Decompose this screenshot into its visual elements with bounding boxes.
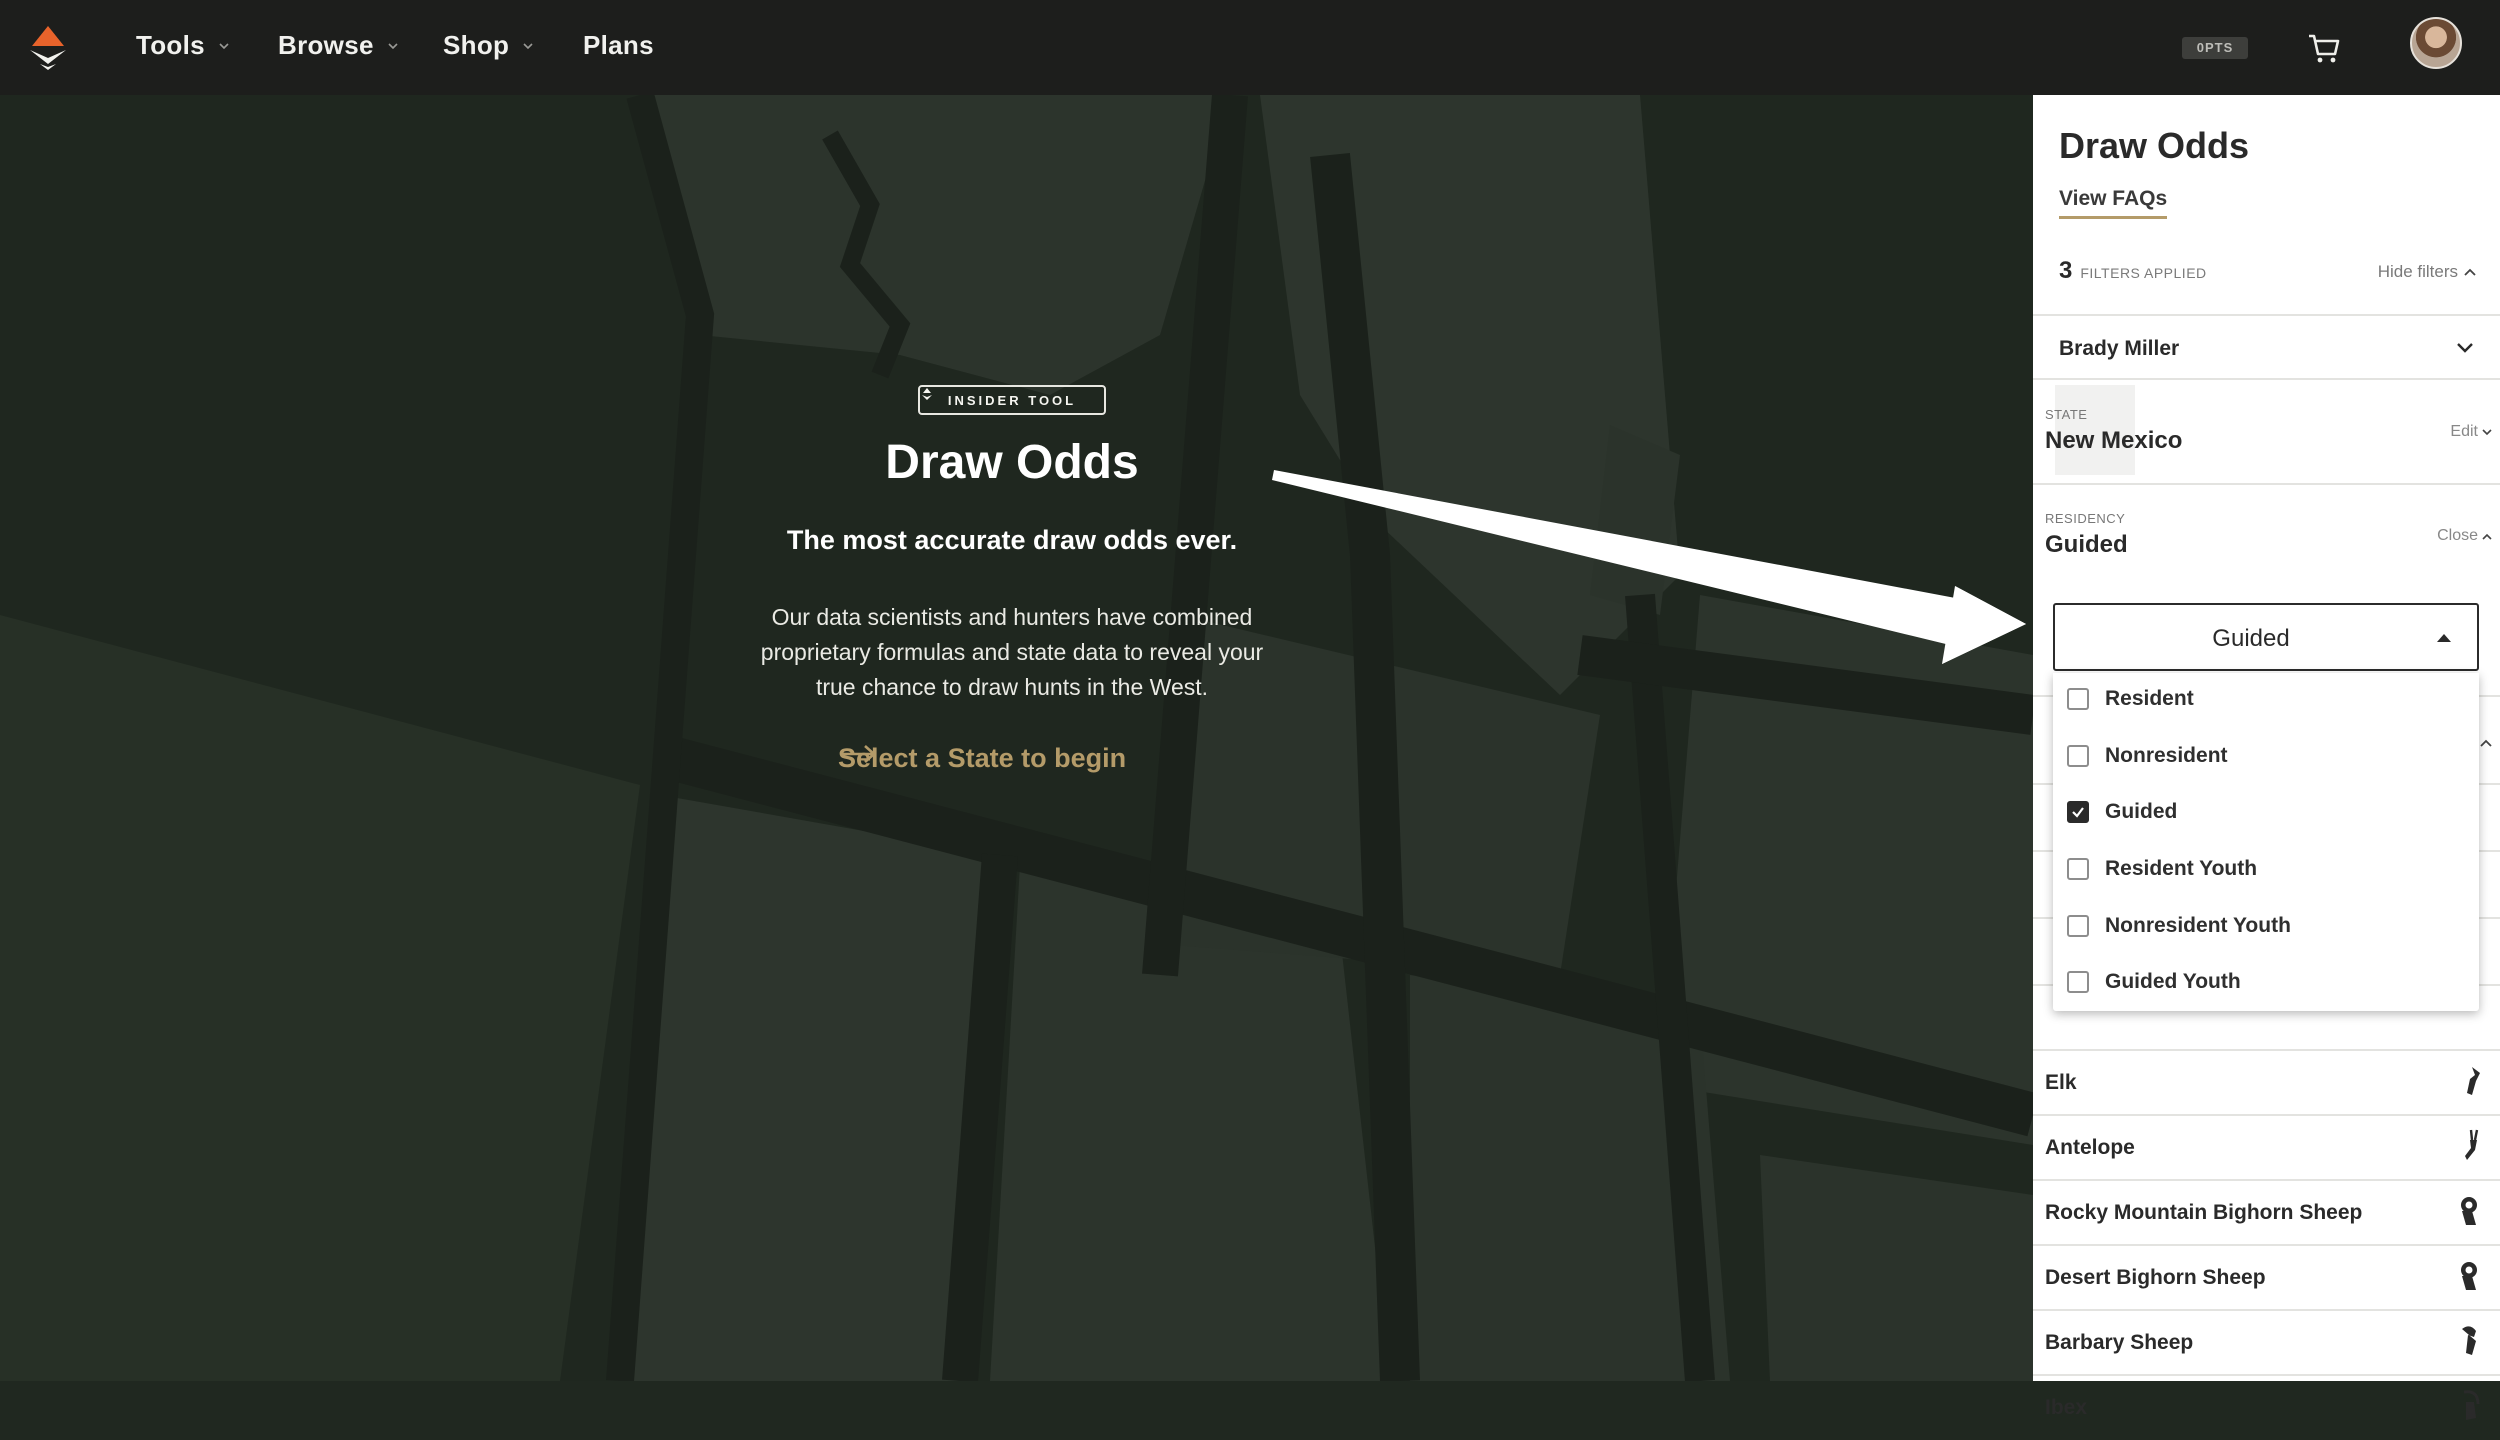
nav-shop[interactable]: Shop	[443, 30, 535, 61]
checkbox-guided[interactable]	[2067, 801, 2089, 823]
state-edit-button[interactable]: Edit	[2450, 423, 2492, 441]
nav-tools-label: Tools	[136, 30, 205, 60]
account-selector[interactable]: Brady Miller	[2059, 337, 2179, 361]
option-label: Nonresident	[2105, 744, 2228, 767]
top-navigation: Tools Browse Shop Plans 0PTS	[0, 0, 2500, 95]
option-label: Nonresident Youth	[2105, 914, 2291, 937]
hide-filters-label: Hide filters	[2377, 262, 2458, 281]
avatar[interactable]	[2410, 17, 2462, 69]
residency-value: Guided	[2045, 531, 2128, 558]
arrow-right-icon	[840, 745, 876, 763]
hero-section: INSIDER TOOL Draw Odds The most accurate…	[0, 95, 2033, 1381]
select-state-cta-label: Select a State to begin	[838, 743, 1127, 773]
checkbox-resident[interactable]	[2067, 688, 2089, 710]
option-resident-youth[interactable]: Resident Youth	[2067, 857, 2257, 881]
residency-select[interactable]: Guided	[2053, 603, 2479, 671]
hero-description: Our data scientists and hunters have com…	[760, 604, 1264, 700]
state-edit-label: Edit	[2450, 423, 2478, 440]
residency-close-label: Close	[2437, 527, 2478, 544]
species-name: Antelope	[2045, 1136, 2135, 1159]
chevron-down-icon	[219, 42, 229, 49]
chevron-down-icon	[523, 42, 533, 49]
chevron-up-icon	[2482, 533, 2492, 540]
divider	[2033, 378, 2500, 380]
chevron-up-icon[interactable]	[2480, 739, 2492, 747]
chevron-down-icon	[2482, 428, 2492, 435]
species-row-rocky-mountain-bighorn-sheep[interactable]: Rocky Mountain Bighorn Sheep	[2033, 1179, 2500, 1245]
gohunt-mark-icon	[922, 388, 932, 400]
nav-plans[interactable]: Plans	[583, 30, 654, 61]
filters-applied: 3 FILTERS APPLIED	[2059, 257, 2207, 285]
ibex-icon	[2463, 1390, 2480, 1420]
option-resident[interactable]: Resident	[2067, 687, 2194, 711]
checkbox-resident-youth[interactable]	[2067, 858, 2089, 880]
option-nonresident-youth[interactable]: Nonresident Youth	[2067, 914, 2291, 938]
species-name: Barbary Sheep	[2045, 1331, 2194, 1354]
panel-title: Draw Odds	[2059, 125, 2250, 166]
divider	[2033, 483, 2500, 485]
antelope-icon	[2465, 1129, 2479, 1160]
hero-subtitle: The most accurate draw odds ever.	[786, 525, 1238, 555]
option-guided-youth[interactable]: Guided Youth	[2067, 970, 2241, 994]
nav-plans-label: Plans	[583, 30, 654, 60]
chevron-down-icon[interactable]	[2456, 342, 2474, 354]
checkbox-nonresident-youth[interactable]	[2067, 915, 2089, 937]
state-value: New Mexico	[2045, 427, 2183, 454]
species-row-ibex[interactable]: Ibex	[2033, 1374, 2500, 1440]
elk-icon	[2467, 1067, 2480, 1095]
caret-up-icon	[2437, 634, 2451, 642]
option-label: Guided Youth	[2105, 970, 2241, 993]
hero-title: Draw Odds	[885, 436, 1139, 489]
species-name: Ibex	[2045, 1396, 2088, 1419]
species-row-antelope[interactable]: Antelope	[2033, 1114, 2500, 1180]
species-row-desert-bighorn-sheep[interactable]: Desert Bighorn Sheep	[2033, 1244, 2500, 1310]
option-guided[interactable]: Guided	[2067, 800, 2177, 824]
map-background[interactable]: INSIDER TOOL Draw Odds The most accurate…	[0, 95, 2033, 1381]
residency-label: RESIDENCY	[2045, 511, 2126, 526]
residency-close-button[interactable]: Close	[2437, 527, 2492, 545]
chevron-up-icon	[2464, 268, 2476, 276]
species-name: Rocky Mountain Bighorn Sheep	[2045, 1201, 2363, 1224]
species-row-elk[interactable]: Elk	[2033, 1049, 2500, 1115]
option-label: Resident Youth	[2105, 857, 2258, 880]
nav-tools[interactable]: Tools	[136, 30, 231, 61]
bighorn-sheep-icon	[2461, 1197, 2477, 1225]
divider	[2033, 314, 2500, 316]
insider-tool-label: INSIDER TOOL	[947, 392, 1077, 408]
select-state-cta[interactable]: Select a State to begin	[838, 743, 1126, 774]
view-faqs-link[interactable]: View FAQs	[2059, 187, 2168, 219]
gohunt-logo[interactable]	[24, 24, 72, 72]
desert-sheep-icon	[2461, 1262, 2477, 1290]
checkbox-guided-youth[interactable]	[2067, 971, 2089, 993]
nav-browse-label: Browse	[278, 30, 374, 60]
nav-shop-label: Shop	[443, 30, 510, 60]
species-name: Elk	[2045, 1071, 2077, 1094]
option-label: Resident	[2105, 687, 2194, 710]
residency-dropdown: Resident Nonresident Guided Resident You…	[2053, 673, 2479, 1011]
cart-icon[interactable]	[2306, 30, 2342, 66]
species-name: Desert Bighorn Sheep	[2045, 1266, 2266, 1289]
residency-select-value: Guided	[2212, 625, 2290, 652]
state-label: STATE	[2045, 407, 2088, 422]
filters-count: 3	[2059, 257, 2073, 284]
checkbox-nonresident[interactable]	[2067, 745, 2089, 767]
species-row-barbary-sheep[interactable]: Barbary Sheep	[2033, 1309, 2500, 1375]
hide-filters-button[interactable]: Hide filters	[2378, 262, 2476, 282]
points-badge[interactable]: 0PTS	[2182, 37, 2248, 59]
chevron-down-icon	[388, 42, 398, 49]
option-nonresident[interactable]: Nonresident	[2067, 744, 2228, 768]
option-label: Guided	[2105, 800, 2178, 823]
insider-tool-badge: INSIDER TOOL	[918, 385, 1106, 415]
barbary-sheep-icon	[2462, 1326, 2476, 1355]
nav-browse[interactable]: Browse	[278, 30, 400, 61]
filters-label: FILTERS APPLIED	[2080, 265, 2207, 281]
checkmark-icon	[2072, 807, 2084, 818]
